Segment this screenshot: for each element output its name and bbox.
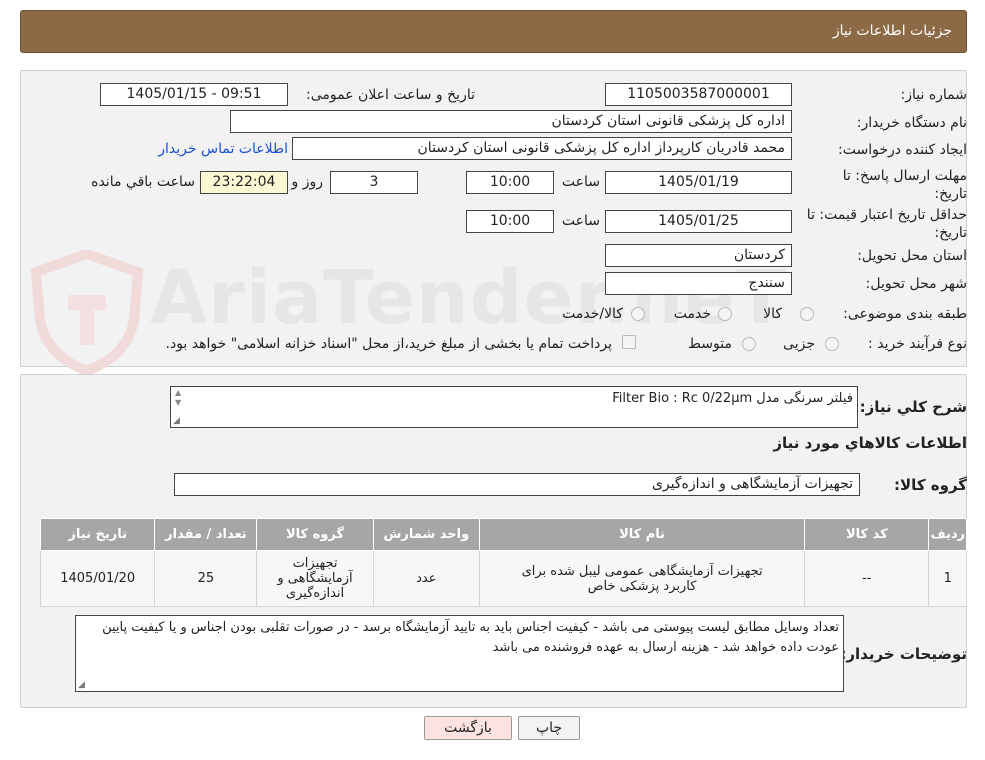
category-label: طبقه بندی موضوعی:: [843, 306, 967, 322]
col-unit-header: واحد شمارش: [372, 518, 481, 551]
buyer-org-label: نام دستگاه خریدار:: [856, 115, 967, 131]
goods-group-field: تجهیزات آزمایشگاهی و اندازه‌گیری: [174, 473, 860, 496]
province-label: استان محل تحویل:: [857, 248, 967, 264]
summary-resize-icon[interactable]: ◢: [173, 417, 181, 426]
deadline-time-field: 10:00: [466, 171, 554, 194]
days-label: روز و: [291, 174, 324, 190]
category-radio-service[interactable]: [718, 307, 732, 321]
process-radio-medium[interactable]: [742, 337, 756, 351]
process-option-minor: جزیی: [783, 336, 815, 352]
table-row: 1 -- تجهیزات آزمایشگاهی عمومی لیبل شده ب…: [39, 550, 967, 607]
summary-scroll-down-icon[interactable]: ▼: [175, 399, 185, 407]
col-date-header: تاریخ نیاز: [39, 518, 156, 551]
creator-label: ایجاد کننده درخواست:: [838, 142, 967, 158]
summary-field: Filter Bio : Rc 0/22µm فیلتر سرنگی مدل: [170, 386, 858, 428]
cell-group: تجهیزات آزمایشگاهی و اندازه‌گیری: [256, 550, 374, 607]
watermark-logo-icon: [30, 248, 145, 377]
remaining-time-field: 23:22:04: [200, 171, 288, 194]
city-field: سنندج: [605, 272, 792, 295]
summary-scroll-up-icon[interactable]: ▲: [175, 389, 185, 397]
validity-date-field: 1405/01/25: [605, 210, 792, 233]
print-button[interactable]: چاپ: [518, 716, 580, 740]
goods-table-header-row: ردیف کد کالا نام کالا واحد شمارش گروه کا…: [39, 518, 967, 551]
goods-info-title: اطلاعات کالاهاي مورد نياز: [773, 434, 967, 452]
col-qty-header: تعداد / مقدار: [154, 518, 258, 551]
deadline-time-label: ساعت: [561, 174, 600, 190]
cell-qty: 25: [154, 550, 258, 607]
need-number-field: 1105003587000001: [605, 83, 792, 106]
process-radio-minor[interactable]: [825, 337, 839, 351]
buyer-contact-link[interactable]: اطلاعات تماس خریدار: [158, 141, 288, 157]
province-field: کردستان: [605, 244, 792, 267]
watermark-text: AriaTender.neT: [150, 255, 788, 341]
buyer-notes-resize-icon[interactable]: ◢: [78, 681, 86, 690]
cell-row: 1: [928, 550, 967, 607]
process-label: نوع فرآیند خرید :: [868, 336, 967, 352]
goods-group-label: گروه کالا:: [894, 476, 967, 494]
page-header: جزئیات اطلاعات نیاز: [20, 10, 967, 53]
page-title: جزئیات اطلاعات نیاز: [832, 23, 952, 39]
announce-label: تاریخ و ساعت اعلان عمومی:: [306, 87, 475, 103]
days-remaining-field: 3: [330, 171, 418, 194]
category-radio-goods[interactable]: [800, 307, 814, 321]
col-row-header: ردیف: [928, 518, 967, 551]
deadline-label: مهلت ارسال پاسخ: تا تاریخ:: [842, 168, 967, 202]
cell-name: تجهیزات آزمایشگاهی عمومی لیبل شده برای ک…: [479, 550, 806, 607]
goods-table: ردیف کد کالا نام کالا واحد شمارش گروه کا…: [39, 518, 967, 607]
buyer-notes-text: تعداد وسایل مطابق لیست پیوستی می باشد - …: [102, 620, 839, 655]
col-name-header: نام کالا: [479, 518, 806, 551]
summary-text: Filter Bio : Rc 0/22µm فیلتر سرنگی مدل: [612, 391, 853, 406]
buyer-notes-label: توضیحات خریدار:: [840, 645, 967, 663]
category-option-service: خدمت: [673, 306, 711, 322]
category-radio-goods-service[interactable]: [631, 307, 645, 321]
cell-unit: عدد: [372, 550, 481, 607]
process-option-medium: متوسط: [688, 336, 732, 352]
city-label: شهر محل تحویل:: [865, 276, 967, 292]
treasury-payment-note: پرداخت تمام یا بخشی از مبلغ خرید،از محل …: [165, 336, 612, 352]
category-option-goods-service: کالا/خدمت: [562, 306, 623, 322]
creator-field: محمد قادریان کارپرداز اداره کل پزشکی قان…: [292, 137, 792, 160]
validity-time-field: 10:00: [466, 210, 554, 233]
category-option-goods: کالا: [763, 306, 782, 322]
treasury-payment-checkbox[interactable]: [622, 335, 636, 349]
summary-label: شرح کلي نياز:: [859, 398, 967, 416]
validity-time-label: ساعت: [561, 213, 600, 229]
buyer-notes-field: تعداد وسایل مطابق لیست پیوستی می باشد - …: [75, 615, 844, 692]
announce-datetime-field: 1405/01/15 - 09:51: [100, 83, 288, 106]
back-button[interactable]: بازگشت: [424, 716, 512, 740]
deadline-date-field: 1405/01/19: [605, 171, 792, 194]
validity-label: حداقل تاریخ اعتبار قیمت: تا تاریخ:: [806, 207, 967, 241]
col-group-header: گروه کالا: [256, 518, 374, 551]
cell-code: --: [804, 550, 930, 607]
buyer-org-field: اداره کل پزشکی قانونی استان کردستان: [230, 110, 792, 133]
col-code-header: کد کالا: [804, 518, 930, 551]
cell-date: 1405/01/20: [39, 550, 156, 607]
remaining-label: ساعت باقي مانده: [91, 174, 195, 190]
need-number-label: شماره نیاز:: [900, 87, 968, 103]
